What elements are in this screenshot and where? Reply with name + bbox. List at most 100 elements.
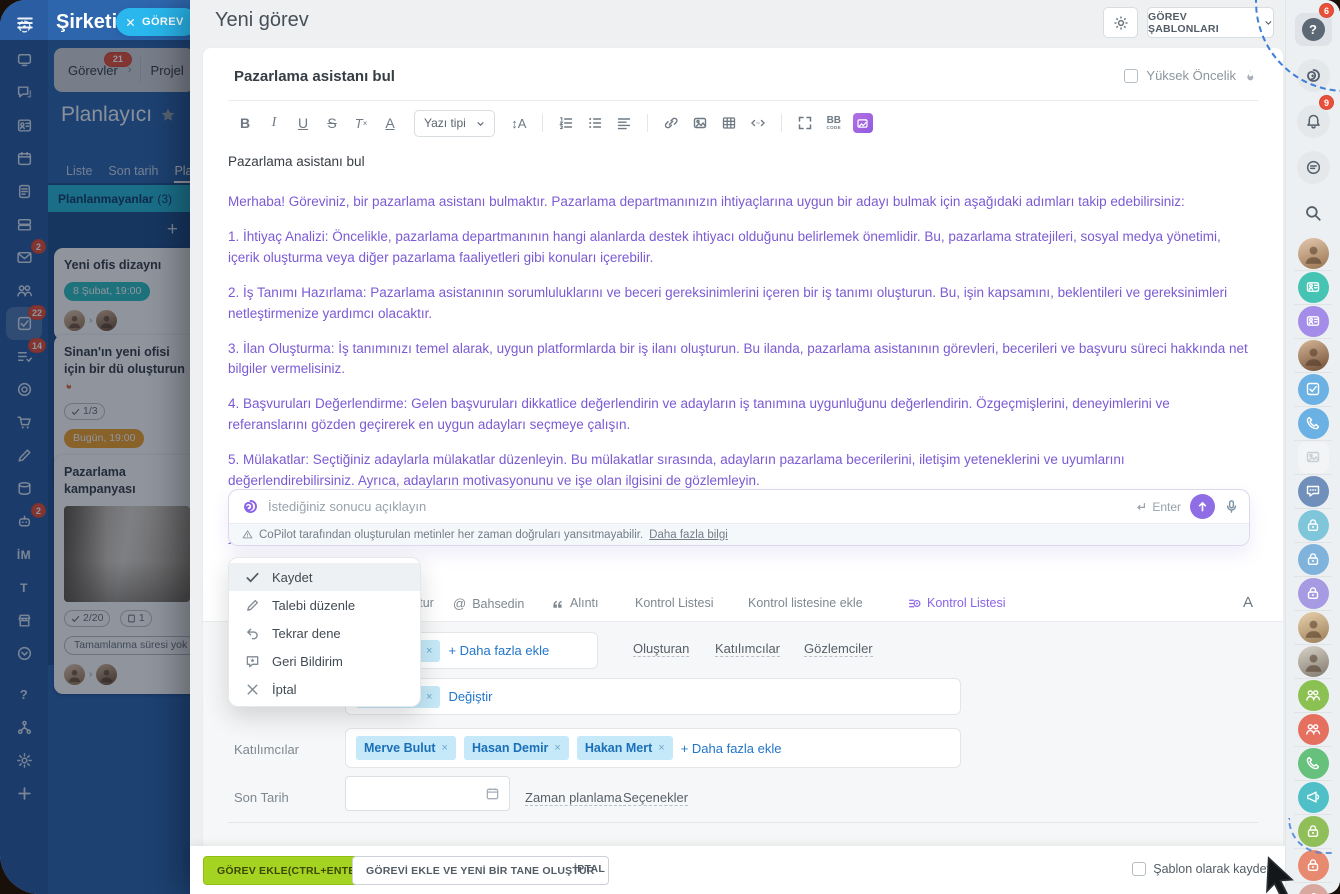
bold-button[interactable]: B	[234, 110, 256, 136]
save-as-template-control[interactable]: Şablon olarak kaydet	[1132, 862, 1270, 876]
close-icon[interactable]	[126, 18, 135, 27]
rail-bot-icon[interactable]: 2	[6, 505, 42, 538]
rail-shop-icon[interactable]	[6, 604, 42, 637]
change-link[interactable]: Değiştir	[448, 689, 492, 704]
rail-check-icon[interactable]: 22	[6, 307, 42, 340]
font-select[interactable]: Yazı tipi	[414, 110, 495, 137]
menu-item-geri-bildirim[interactable]: Geri Bildirim	[229, 647, 420, 675]
right-rail-megaphone-icon[interactable]	[1292, 780, 1334, 814]
priority-checkbox[interactable]	[1124, 69, 1138, 83]
secenekler-link[interactable]: Seçenekler	[623, 790, 688, 806]
remove-chip-icon[interactable]: ×	[554, 742, 560, 754]
rail-sitemap-icon[interactable]	[6, 711, 42, 744]
high-priority-control[interactable]: Yüksek Öncelik	[1124, 68, 1257, 83]
tab-son-tarih[interactable]: Son tarih	[108, 164, 158, 183]
bullet-list-button[interactable]	[584, 110, 606, 136]
code-button[interactable]	[747, 110, 769, 136]
gozlemciler-link[interactable]: Gözlemciler	[804, 641, 873, 657]
right-rail-idcard-icon[interactable]	[1292, 270, 1334, 304]
tab-liste[interactable]: Liste	[66, 164, 92, 183]
right-rail-avatar-icon[interactable]	[1292, 644, 1334, 678]
ordered-list-button[interactable]	[555, 110, 577, 136]
right-rail-chatpeople-icon[interactable]	[1292, 474, 1334, 508]
right-rail-people-icon[interactable]	[1292, 678, 1334, 712]
tab-kontrol-listesi[interactable]: Kontrol Listesi	[635, 596, 714, 610]
right-rail-avatar-icon[interactable]	[1292, 338, 1334, 372]
rail-mail-icon[interactable]: 2	[6, 241, 42, 274]
right-rail-phone-icon[interactable]	[1292, 406, 1334, 440]
right-rail-lock-icon[interactable]	[1292, 542, 1334, 576]
settings-button[interactable]	[1103, 7, 1138, 38]
rail-monitor-icon[interactable]	[6, 43, 42, 76]
save-template-checkbox[interactable]	[1132, 862, 1146, 876]
insert-image-button[interactable]	[689, 110, 711, 136]
rail-calendar-icon[interactable]	[6, 142, 42, 175]
star-icon[interactable]	[160, 107, 176, 123]
group-header[interactable]: Planlanmayanlar(3)	[48, 185, 190, 212]
microphone-button[interactable]	[1224, 499, 1239, 514]
right-rail-lock-icon[interactable]	[1292, 848, 1334, 882]
text-color-button[interactable]: A	[379, 110, 401, 136]
rail-help-icon[interactable]: ?	[6, 678, 42, 711]
rail-im-item[interactable]: İM	[6, 538, 42, 571]
rail-stack-icon[interactable]	[6, 472, 42, 505]
task-title-input[interactable]: Pazarlama asistanı bul	[234, 68, 395, 85]
remove-chip-icon[interactable]: ×	[658, 742, 664, 754]
task-description-editor[interactable]: Pazarlama asistanı bul Merhaba! Görevini…	[228, 152, 1250, 544]
right-rail-search-icon[interactable]	[1292, 190, 1334, 236]
tab-kontrol-listesine-ekle[interactable]: Kontrol listesine ekle	[748, 596, 863, 610]
underline-button[interactable]: U	[292, 110, 314, 136]
rail-chat-icon[interactable]	[6, 76, 42, 109]
bbcode-button[interactable]: BBCODE	[823, 110, 845, 136]
right-rail-people-icon[interactable]	[1292, 712, 1334, 746]
right-rail-lock-icon[interactable]	[1292, 508, 1334, 542]
copilot-image-button[interactable]	[852, 110, 874, 136]
strikethrough-button[interactable]: S	[321, 110, 343, 136]
participants-box[interactable]: Merve Bulut×Hasan Demir×Hakan Mert× + Da…	[345, 728, 961, 768]
olusturan-link[interactable]: Oluşturan	[633, 641, 689, 657]
breadcrumb-projects[interactable]: Projel	[151, 63, 194, 78]
add-task-plus-icon[interactable]: +	[167, 219, 178, 241]
right-rail-help-icon[interactable]: ?6	[1292, 6, 1334, 52]
task-templates-button[interactable]: GÖREV ŞABLONLARI	[1147, 7, 1274, 38]
font-size-button[interactable]: ↕A	[508, 110, 530, 136]
right-rail-phone-icon[interactable]	[1292, 746, 1334, 780]
menu-item-iptal[interactable]: İptal	[229, 675, 420, 703]
remove-chip-icon[interactable]: ×	[426, 691, 432, 703]
participant-chip[interactable]: Hasan Demir×	[464, 736, 569, 760]
task-card[interactable]: Yeni ofis dizaynı 8 Şubat, 19:00 ›	[54, 248, 200, 340]
right-rail-lock-icon[interactable]	[1292, 814, 1334, 848]
rail-chevron-icon[interactable]	[6, 637, 42, 670]
zaman-planlama-link[interactable]: Zaman planlama	[525, 790, 622, 806]
copilot-prompt-input[interactable]	[268, 499, 1126, 514]
rail-target-icon[interactable]	[6, 373, 42, 406]
menu-item-kaydet[interactable]: Kaydet	[229, 563, 420, 591]
rail-contacts-icon[interactable]	[6, 109, 42, 142]
participant-chip[interactable]: Hakan Mert×	[577, 736, 673, 760]
due-date-input[interactable]	[345, 776, 510, 811]
italic-button[interactable]: I	[263, 110, 285, 136]
menu-item-talebi-duzenle[interactable]: Talebi düzenle	[229, 591, 420, 619]
right-rail-copilot-icon[interactable]	[1292, 882, 1334, 894]
gorev-tab-pill[interactable]: GÖREV	[116, 8, 198, 36]
right-rail-lock-icon[interactable]	[1292, 576, 1334, 610]
tab-alinti[interactable]: Alıntı	[551, 596, 599, 610]
breadcrumb-tasks[interactable]: Görevler 21	[54, 63, 128, 78]
right-rail-bell-icon[interactable]: 9	[1292, 98, 1334, 144]
creator-box[interactable]: × Değiştir	[345, 678, 961, 715]
rail-gear-icon[interactable]	[6, 744, 42, 777]
right-rail-avatar-icon[interactable]	[1292, 610, 1334, 644]
remove-chip-icon[interactable]: ×	[426, 645, 432, 657]
rail-doc-icon[interactable]	[6, 175, 42, 208]
add-and-create-new-button[interactable]: GÖREVİ EKLE VE YENİ BİR TANE OLUŞTUR	[352, 856, 609, 885]
rail-drive-icon[interactable]	[6, 208, 42, 241]
right-rail-checksq-icon[interactable]	[1292, 372, 1334, 406]
tab-bahsedin[interactable]: @Bahsedin	[453, 596, 524, 611]
hamburger-menu-icon[interactable]	[16, 14, 34, 32]
tab-copilot-kontrol-listesi[interactable]: Kontrol Listesi	[908, 596, 1006, 610]
fullscreen-button[interactable]	[794, 110, 816, 136]
rail-plus-icon[interactable]	[6, 777, 42, 810]
insert-table-button[interactable]	[718, 110, 740, 136]
copilot-submit-button[interactable]	[1190, 494, 1215, 519]
cancel-button[interactable]: İPTAL	[574, 863, 605, 875]
